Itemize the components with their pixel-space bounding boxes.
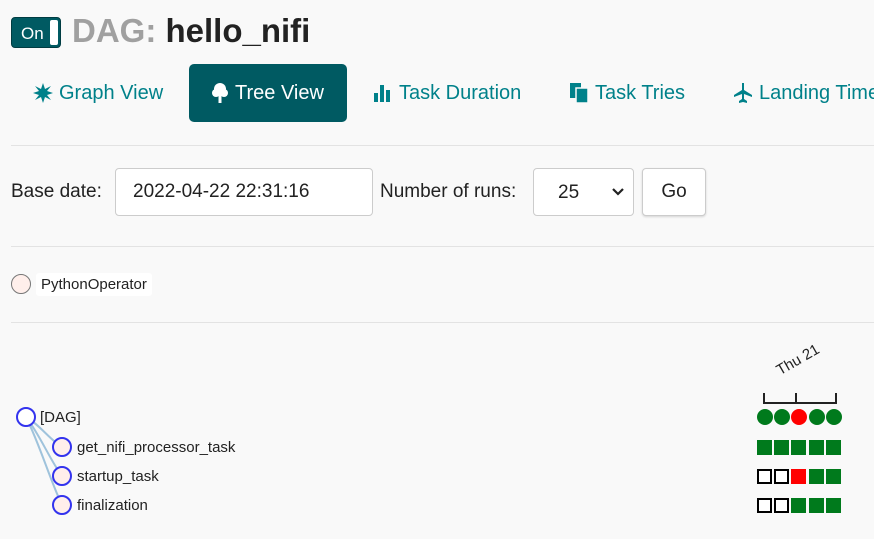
task-instance-none[interactable] (757, 498, 772, 513)
task-label[interactable]: finalization (77, 497, 148, 514)
task-node[interactable] (52, 437, 72, 457)
tree-icon (212, 83, 228, 103)
base-date-label: Base date: (11, 181, 102, 202)
duplicate-icon (570, 83, 589, 104)
operator-color-swatch (11, 274, 31, 294)
date-axis-label: Thu 21 (773, 340, 823, 379)
tab-label: Tree View (235, 81, 324, 104)
dag-run-success[interactable] (825, 409, 842, 425)
tab-graph-view[interactable]: Graph View (33, 64, 163, 122)
task-node[interactable] (52, 495, 72, 515)
bar-chart-icon (374, 85, 390, 102)
divider (11, 246, 874, 247)
divider (11, 145, 874, 146)
task-instance-success[interactable] (825, 469, 841, 484)
tab-tree-view[interactable]: Tree View (189, 64, 347, 122)
task-node[interactable] (52, 466, 72, 486)
task-label[interactable]: get_nifi_processor_task (77, 439, 235, 456)
date-axis (763, 393, 837, 404)
task-instance-success[interactable] (808, 469, 824, 484)
dag-run-failed[interactable] (791, 409, 808, 425)
num-runs-select[interactable]: 25 (533, 168, 634, 216)
tab-task-tries[interactable]: Task Tries (569, 64, 685, 122)
num-runs-label: Number of runs: (380, 181, 517, 202)
operator-name: PythonOperator (36, 272, 152, 296)
tab-label: Landing Times (759, 81, 874, 104)
task-instance-none[interactable] (757, 469, 772, 484)
dag-run-success[interactable] (757, 409, 773, 425)
tab-label: Task Duration (399, 81, 522, 104)
dag-run-success[interactable] (808, 409, 825, 425)
divider (11, 322, 874, 323)
chevron-down-icon (612, 188, 624, 196)
tab-label: Task Tries (595, 81, 686, 104)
base-date-input[interactable] (115, 168, 373, 216)
task-instance-success[interactable] (774, 440, 790, 455)
toggle-label: On (21, 24, 44, 43)
tab-landing-times[interactable]: Landing Times (733, 64, 874, 122)
task-instance-success[interactable] (825, 440, 841, 455)
go-button[interactable]: Go (642, 168, 706, 216)
task-label[interactable]: startup_task (77, 468, 159, 485)
page-title: DAG: hello_nifi (72, 12, 310, 50)
dag-run-success[interactable] (774, 409, 791, 425)
title-prefix: DAG: (72, 12, 157, 49)
plane-icon (734, 83, 752, 103)
task-instance-none[interactable] (774, 469, 790, 484)
task-instance-success[interactable] (825, 498, 841, 513)
dag-label: [DAG] (40, 409, 81, 426)
dag-pause-toggle[interactable]: On (11, 17, 61, 48)
task-instance-none[interactable] (774, 498, 790, 513)
dag-id: hello_nifi (165, 12, 311, 49)
num-runs-value: 25 (558, 182, 580, 203)
asterisk-icon (33, 83, 53, 103)
tab-task-duration[interactable]: Task Duration (373, 64, 521, 122)
dag-node[interactable] (16, 407, 36, 427)
task-instance-success[interactable] (791, 498, 807, 513)
task-instance-failed[interactable] (791, 469, 807, 484)
task-instance-success[interactable] (791, 440, 807, 455)
task-instance-success[interactable] (757, 440, 772, 455)
legend-python-operator: PythonOperator (11, 272, 152, 296)
task-instance-success[interactable] (808, 440, 824, 455)
task-instance-success[interactable] (808, 498, 824, 513)
tab-label: Graph View (59, 81, 164, 104)
